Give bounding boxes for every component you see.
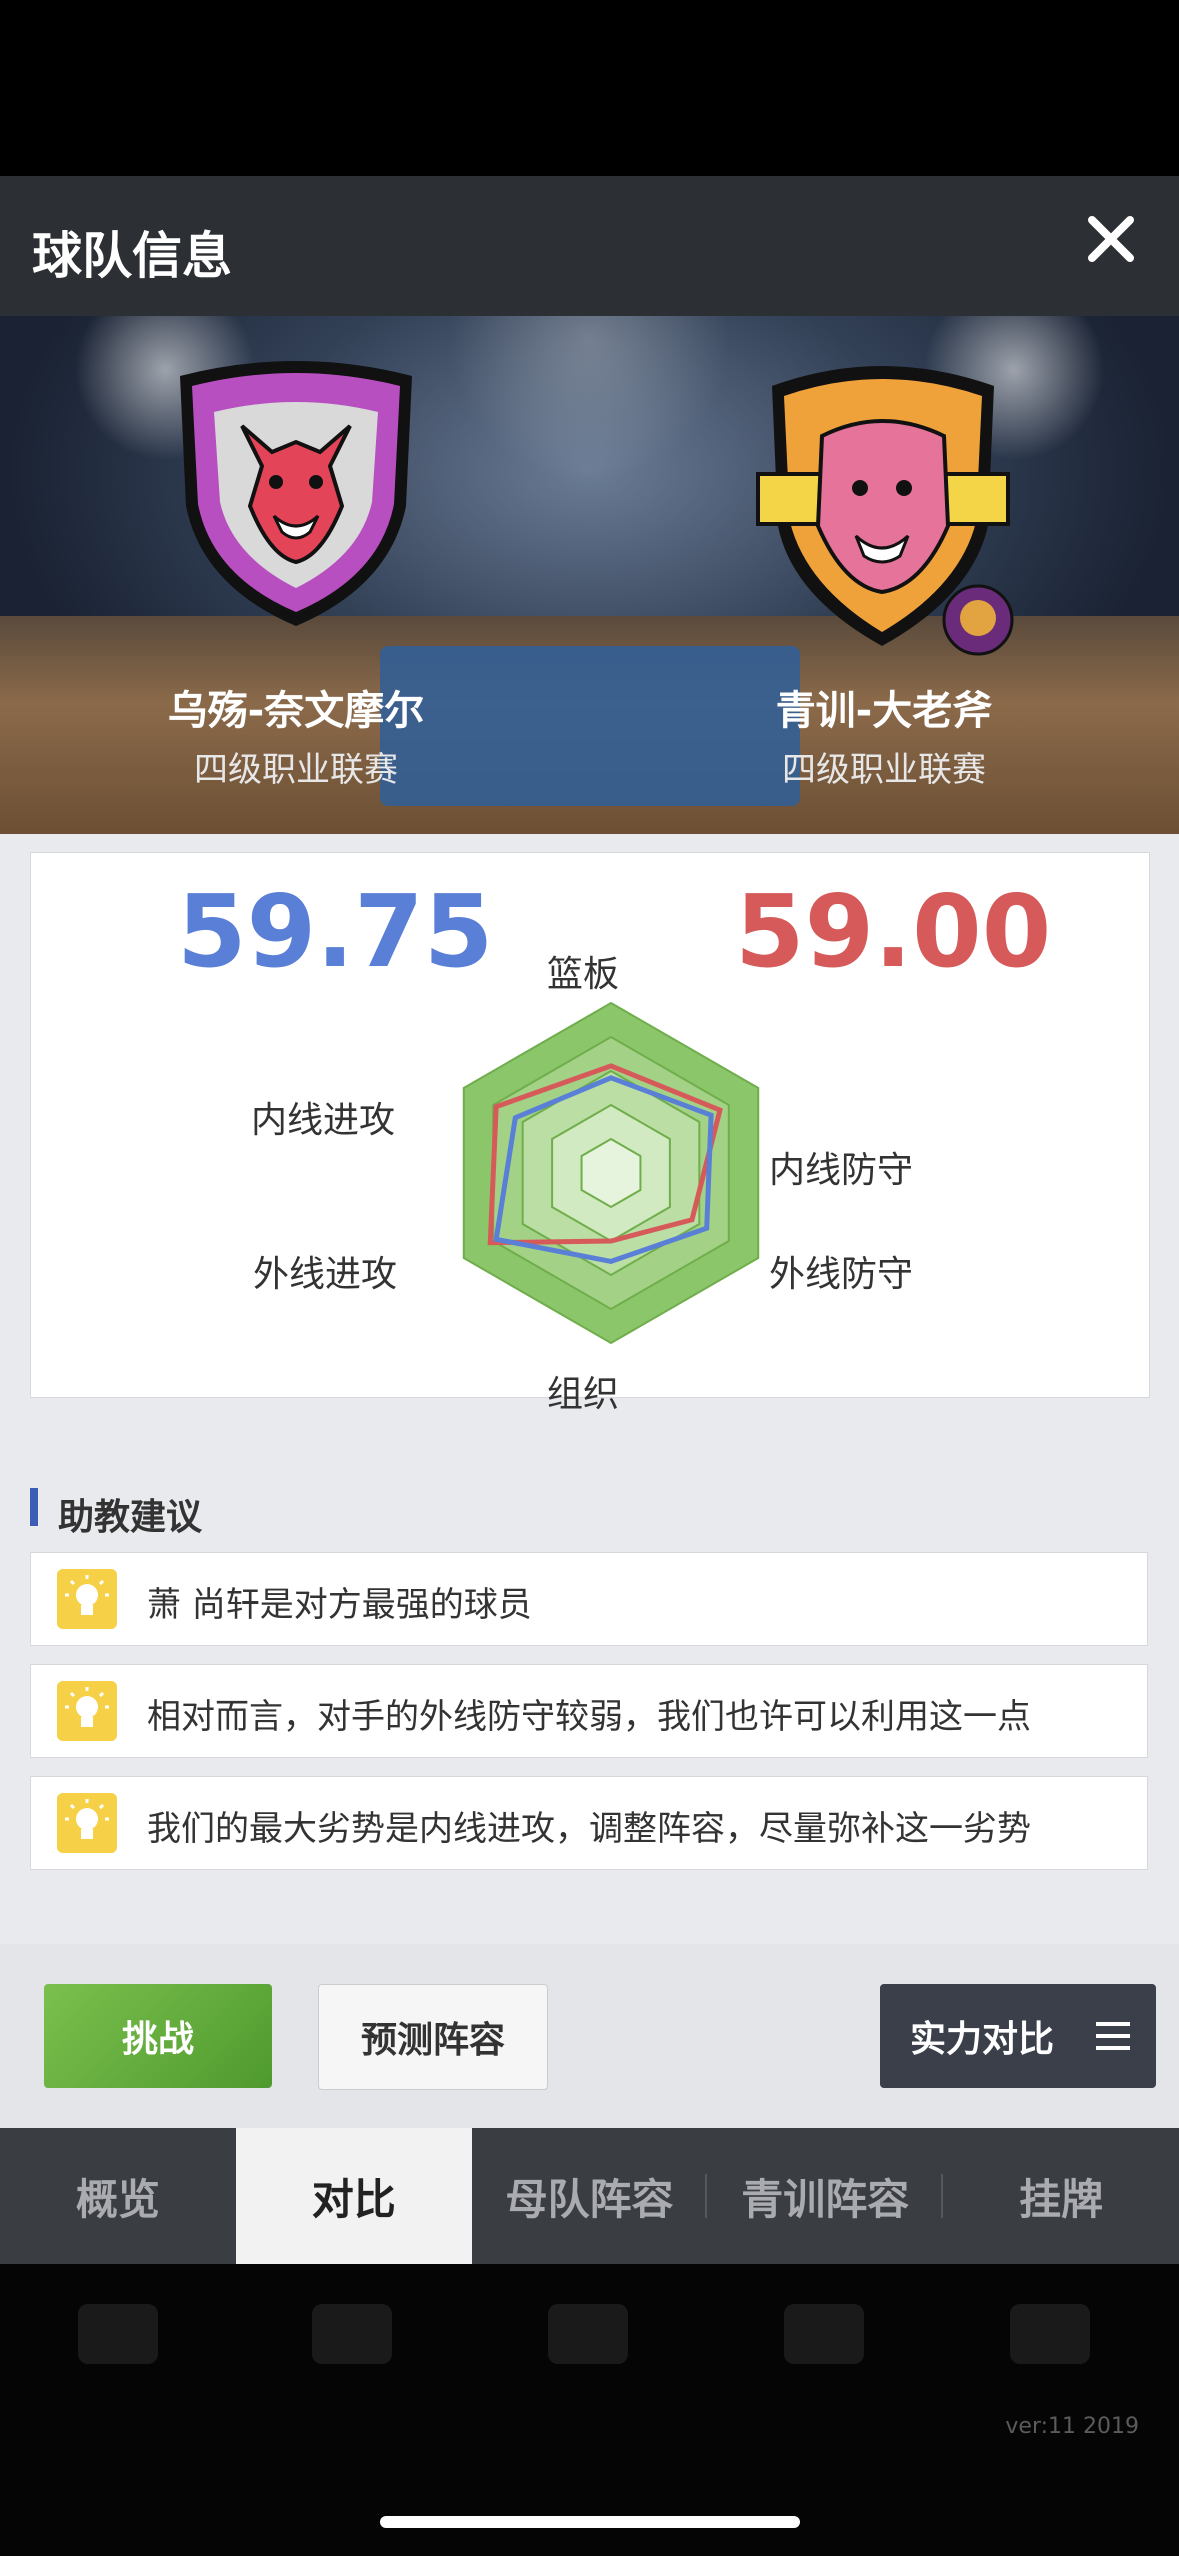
hamburger-menu-icon	[1096, 2022, 1130, 2050]
home-team-league: 四级职业联赛	[194, 750, 398, 790]
bottom-nav-dimmed	[0, 2264, 1179, 2556]
dimmed-nav-icon	[548, 2304, 628, 2364]
top-bar: 球队信息	[0, 176, 1179, 316]
lightbulb-icon	[57, 1793, 117, 1853]
lightbulb-icon	[57, 1569, 117, 1629]
tip-text: 萧 尚轩是对方最强的球员	[147, 1585, 532, 1625]
compare-panel: 59.75 59.00 篮板 内线防守 外线防守 组织 外线进攻 内线进攻 助教…	[0, 834, 1179, 1944]
tab-listing[interactable]: 挂牌	[943, 2128, 1179, 2264]
version-label: ver:11 2019	[1005, 2414, 1139, 2439]
tab-parent-roster[interactable]: 母队阵容	[472, 2128, 708, 2264]
tab-label: 挂牌	[1019, 2174, 1104, 2224]
page-title: 球队信息	[32, 227, 232, 285]
advice-tip: 我们的最大劣势是内线进攻，调整阵容，尽量弥补这一劣势	[30, 1776, 1148, 1870]
close-icon[interactable]	[1080, 208, 1142, 270]
home-score: 59.75	[177, 873, 494, 990]
advice-tip: 相对而言，对手的外线防守较弱，我们也许可以利用这一点	[30, 1664, 1148, 1758]
lightbulb-icon	[57, 1681, 117, 1741]
challenge-button[interactable]: 挑战	[44, 1984, 272, 2088]
away-team-league: 四级职业联赛	[782, 750, 986, 790]
tab-bar: 概览 对比 母队阵容 青训阵容 挂牌	[0, 2128, 1179, 2264]
axis-label-playmaking: 组织	[547, 1374, 620, 1415]
strength-compare-button[interactable]: 实力对比	[880, 1984, 1156, 2088]
radar-chart	[462, 1001, 760, 1345]
predict-lineup-button[interactable]: 预测阵容	[318, 1984, 548, 2090]
tab-label: 概览	[75, 2174, 160, 2224]
dimmed-nav-icon	[312, 2304, 392, 2364]
strength-card: 59.75 59.00 篮板 内线防守 外线防守 组织 外线进攻 内线进攻	[30, 852, 1150, 1415]
tab-label: 对比	[311, 2174, 396, 2224]
tip-text: 我们的最大劣势是内线进攻，调整阵容，尽量弥补这一劣势	[147, 1809, 1031, 1849]
action-bar: 挑战 预测阵容 实力对比	[0, 1944, 1179, 2128]
home-team-logo	[180, 361, 412, 626]
strength-compare-label: 实力对比	[910, 2019, 1055, 2060]
tab-compare[interactable]: 对比	[235, 2128, 472, 2264]
dimmed-nav-icon	[784, 2304, 864, 2364]
axis-label-rebound: 篮板	[547, 954, 620, 995]
axis-label-inside-attack: 内线进攻	[251, 1100, 396, 1141]
tab-youth-roster[interactable]: 青训阵容	[707, 2128, 944, 2264]
tab-overview[interactable]: 概览	[0, 2128, 236, 2264]
dimmed-nav-icon	[1010, 2304, 1090, 2364]
away-score: 59.00	[735, 873, 1052, 990]
home-team-name: 乌殇-奈文摩尔	[167, 688, 425, 734]
home-indicator[interactable]	[380, 2516, 800, 2528]
team-banner: 乌殇-奈文摩尔 四级职业联赛 青训-大老斧 四级职业联赛	[0, 316, 1179, 834]
tab-label: 母队阵容	[505, 2174, 674, 2224]
away-team-name: 青训-大老斧	[775, 688, 993, 734]
section-accent	[30, 1488, 38, 1526]
advice-title: 助教建议	[58, 1497, 203, 1538]
tip-text: 相对而言，对手的外线防守较弱，我们也许可以利用这一点	[147, 1697, 1031, 1737]
tab-label: 青训阵容	[741, 2174, 910, 2224]
dimmed-nav-icon	[78, 2304, 158, 2364]
advice-tip: 萧 尚轩是对方最强的球员	[30, 1552, 1148, 1646]
axis-label-inside-defense: 内线防守	[769, 1150, 914, 1191]
away-team-logo	[756, 366, 1014, 656]
axis-label-outside-defense: 外线防守	[769, 1254, 914, 1295]
axis-label-outside-attack: 外线进攻	[253, 1254, 398, 1295]
